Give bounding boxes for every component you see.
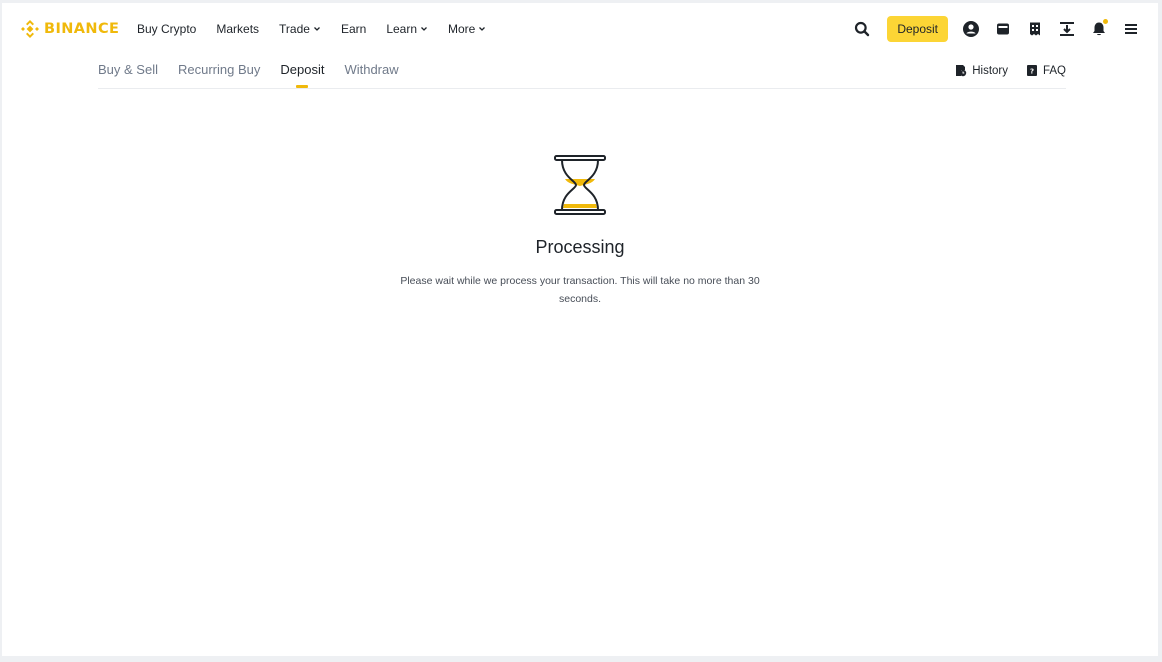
- processing-panel: Processing Please wait while we process …: [2, 153, 1158, 308]
- wallet-button[interactable]: [992, 18, 1014, 40]
- download-button[interactable]: [1056, 18, 1078, 40]
- binance-logo[interactable]: BINANCE: [20, 17, 119, 41]
- user-icon: [963, 21, 979, 37]
- tab-list: Buy & Sell Recurring Buy Deposit Withdra…: [98, 62, 419, 88]
- main-menu: Buy Crypto Markets Trade Earn Learn More: [137, 19, 506, 39]
- nav-label: Trade: [279, 22, 310, 36]
- tab-recurring-buy[interactable]: Recurring Buy: [178, 62, 260, 88]
- faq-icon: ?: [1026, 65, 1037, 76]
- processing-title: Processing: [535, 237, 625, 257]
- notifications-button[interactable]: [1088, 18, 1110, 40]
- svg-text:?: ?: [1030, 67, 1034, 75]
- menu-button[interactable]: [1120, 18, 1142, 40]
- top-navbar: BINANCE Buy Crypto Markets Trade Earn Le…: [2, 3, 1158, 55]
- orders-icon: [1030, 22, 1040, 36]
- nav-label: More: [448, 22, 476, 36]
- binance-logo-icon: [21, 20, 39, 38]
- search-button[interactable]: [851, 18, 873, 40]
- chevron-down-icon: [421, 27, 427, 31]
- account-button[interactable]: [960, 18, 982, 40]
- faq-label: FAQ: [1042, 64, 1066, 77]
- nav-more[interactable]: More: [448, 22, 486, 36]
- nav-buy-crypto[interactable]: Buy Crypto: [137, 22, 196, 36]
- history-icon: [956, 65, 967, 77]
- nav-label: Earn: [340, 22, 367, 36]
- nav-label: Markets: [216, 22, 260, 36]
- search-icon: [855, 21, 870, 37]
- deposit-button[interactable]: Deposit: [887, 16, 948, 42]
- download-icon: [1060, 22, 1074, 36]
- tab-links: History ? FAQ: [955, 64, 1066, 77]
- orders-button[interactable]: [1024, 18, 1046, 40]
- nav-markets[interactable]: Markets: [216, 22, 259, 36]
- tab-buy-sell[interactable]: Buy & Sell: [98, 62, 158, 88]
- tab-deposit[interactable]: Deposit: [280, 62, 324, 88]
- nav-earn[interactable]: Earn: [341, 22, 366, 36]
- history-label: History: [972, 64, 1008, 77]
- tab-withdraw[interactable]: Withdraw: [344, 62, 398, 88]
- nav-trade[interactable]: Trade: [279, 22, 321, 36]
- history-link[interactable]: History: [955, 64, 1008, 77]
- nav-learn[interactable]: Learn: [386, 22, 428, 36]
- hourglass-icon: [554, 155, 606, 215]
- nav-label: Buy Crypto: [137, 22, 197, 36]
- menu-icon: [1125, 24, 1137, 34]
- chevron-down-icon: [479, 27, 486, 31]
- navbar-actions: Deposit: [851, 15, 1142, 43]
- processing-message: Please wait while we process your transa…: [400, 275, 760, 305]
- brand-name: BINANCE: [44, 21, 120, 37]
- wallet-icon: [997, 23, 1009, 35]
- nav-label: Learn: [386, 22, 418, 36]
- chevron-down-icon: [313, 27, 320, 31]
- faq-link[interactable]: ? FAQ: [1026, 64, 1066, 77]
- notification-dot: [1103, 19, 1108, 24]
- sub-navigation: Buy & Sell Recurring Buy Deposit Withdra…: [98, 55, 1066, 89]
- app-window: BINANCE Buy Crypto Markets Trade Earn Le…: [2, 3, 1158, 656]
